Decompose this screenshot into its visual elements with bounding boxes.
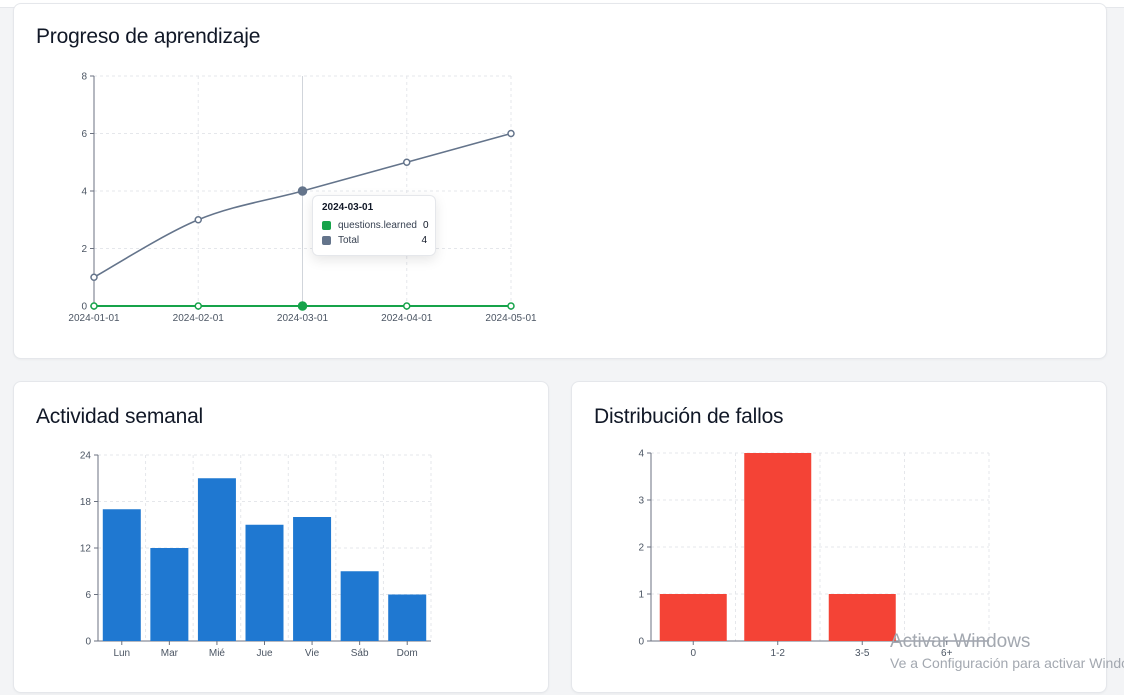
weekly-card: Actividad semanal 0 6 12 18 24 Lun Mar Mié Jue Vi… (13, 381, 549, 693)
x-tick-label: Mar (161, 648, 179, 659)
point-total (194, 216, 202, 224)
x-tick-label: 2024-02-01 (173, 313, 225, 324)
point-learned (90, 302, 98, 310)
learned-swatch (322, 221, 331, 230)
bar (102, 509, 141, 641)
point-learned (194, 302, 202, 310)
y-tick-label: 1 (638, 590, 644, 601)
bar (828, 594, 896, 641)
point-total (403, 158, 411, 166)
bar (388, 594, 427, 641)
bar (293, 517, 332, 641)
y-tick-label: 18 (80, 497, 92, 508)
x-tick-label: 2024-05-01 (485, 313, 537, 324)
bar (340, 571, 379, 641)
x-tick-label: 1-2 (771, 648, 786, 659)
y-tick-label: 2 (81, 244, 87, 255)
point-learned (507, 302, 515, 310)
y-tick-label: 4 (638, 449, 644, 460)
bar (744, 453, 812, 641)
progress-card: Progreso de aprendizaje 0 2 4 6 8 2024-01-01 2… (13, 3, 1107, 359)
point-total (90, 273, 98, 281)
tooltip-date: 2024-03-01 (322, 202, 374, 213)
bar (197, 478, 236, 641)
x-tick-label: Sáb (351, 648, 369, 659)
x-tick-label: 2024-04-01 (381, 313, 433, 324)
point-total (507, 129, 515, 138)
y-tick-label: 24 (80, 451, 92, 462)
tooltip-series-value: 4 (421, 235, 427, 246)
y-tick-label: 0 (81, 302, 87, 313)
weekly-title: Actividad semanal (36, 405, 204, 428)
bar (150, 548, 189, 641)
tooltip-series-name: Total (338, 235, 360, 246)
y-tick-label: 2 (638, 543, 644, 554)
x-tick-label: Dom (397, 648, 418, 659)
y-tick-label: 4 (81, 187, 87, 198)
activation-watermark-title: Activar Windows (890, 631, 1031, 652)
y-tick-label: 6 (85, 590, 91, 601)
x-tick-label: 2024-01-01 (68, 313, 120, 324)
y-tick-label: 3 (638, 496, 644, 507)
tooltip-row-learned: questions.learned 0 (322, 218, 429, 233)
point-learned (297, 301, 308, 311)
activation-watermark-subtitle: Ve a Configuración para activar Windows. (890, 655, 1124, 671)
y-tick-label: 0 (638, 637, 644, 648)
bar (659, 594, 727, 641)
progress-tooltip: 2024-03-01 questions.learned 0 Total 4 (312, 195, 436, 256)
point-total (297, 186, 308, 196)
tooltip-row-total: Total 4 (322, 233, 427, 248)
y-tick-label: 0 (85, 637, 91, 648)
x-tick-label: Vie (305, 648, 320, 659)
failures-title: Distribución de fallos (594, 405, 784, 428)
x-tick-label: Lun (113, 648, 130, 659)
x-tick-label: 0 (690, 648, 696, 659)
y-tick-label: 6 (81, 129, 87, 140)
tooltip-series-name: questions.learned (338, 220, 417, 231)
progress-title: Progreso de aprendizaje (36, 25, 261, 48)
total-swatch (322, 236, 331, 245)
point-learned (403, 302, 411, 310)
tooltip-series-value: 0 (422, 220, 429, 231)
bar (245, 524, 284, 641)
x-tick-label: Jue (256, 648, 273, 659)
x-tick-label: 2024-03-01 (277, 313, 329, 324)
x-tick-label: Mié (209, 648, 226, 659)
x-tick-label: 3-5 (855, 648, 870, 659)
weekly-bar-chart[interactable]: 0 6 12 18 24 Lun Mar Mié Jue Vie Sáb Dom (54, 442, 534, 682)
y-tick-label: 12 (80, 544, 92, 555)
y-tick-label: 8 (81, 72, 87, 83)
